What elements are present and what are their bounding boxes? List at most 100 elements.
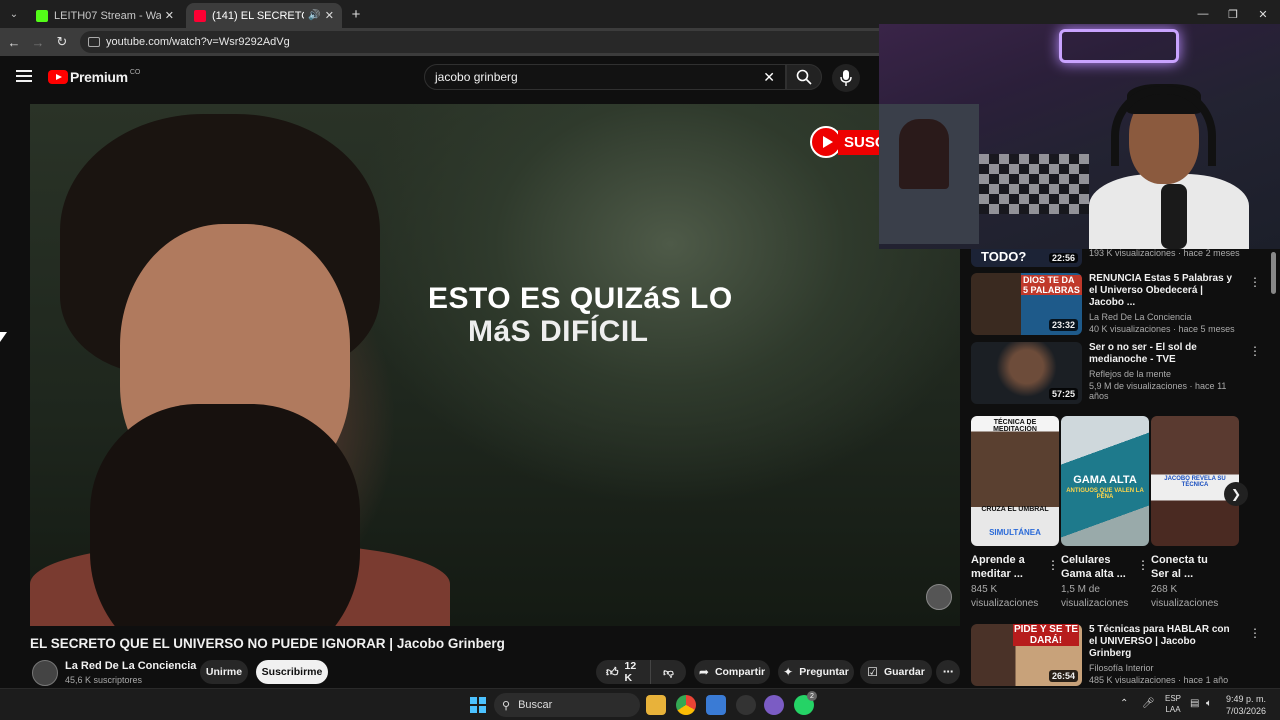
thumb-text: ANTIGUOS QUE VALEN LA PENA: [1066, 488, 1144, 500]
rec-thumbnail[interactable]: DIOS TE DA 5 PALABRAS 23:32: [971, 273, 1082, 335]
share-button[interactable]: ➦ Compartir: [694, 660, 770, 684]
volume-icon[interactable]: 🔈︎: [1206, 698, 1212, 709]
dislike-button[interactable]: 👎︎: [650, 660, 686, 684]
join-button[interactable]: Unirme: [200, 660, 248, 684]
language-indicator[interactable]: ESP LAA: [1165, 693, 1181, 715]
chevron-right-icon[interactable]: ❯: [1224, 482, 1248, 506]
close-tab-icon[interactable]: ✕: [165, 9, 174, 22]
video-caption-overlay: ESTO ES QUIZáS LO MáS DIFÍCIL: [428, 282, 828, 348]
short-thumbnail[interactable]: GAMA ALTA ANTIGUOS QUE VALEN LA PENA: [1061, 416, 1149, 546]
rec-title[interactable]: 5 Técnicas para HABLAR con el UNIVERSO |…: [1089, 624, 1237, 660]
thumb-text: TODO?: [981, 249, 1027, 264]
save-button[interactable]: ☑ Guardar: [860, 660, 932, 684]
close-tab-icon[interactable]: ✕: [325, 9, 334, 22]
rec-title[interactable]: Ser o no ser - El sol de medianoche - TV…: [1089, 342, 1237, 366]
minimize-icon[interactable]: —: [1188, 4, 1218, 24]
share-icon: ➦: [698, 665, 709, 679]
short-views: 845 K visualizaciones: [971, 584, 1039, 609]
caption-line-2: MáS DIFÍCIL: [468, 315, 649, 348]
site-info-icon[interactable]: [88, 37, 100, 47]
channel-name[interactable]: La Red De La Conciencia: [65, 660, 196, 672]
rec-channel[interactable]: Filosofía Interior: [1089, 663, 1237, 673]
more-actions-button[interactable]: ⋯: [936, 660, 960, 684]
mic-tray-icon[interactable]: 🎤︎: [1142, 698, 1155, 709]
channel-avatar[interactable]: [32, 660, 58, 686]
duration-badge: 57:25: [1048, 388, 1078, 400]
video-player[interactable]: ESTO ES QUIZáS LO MáS DIFÍCIL SUSC: [30, 104, 960, 626]
chevron-up-icon[interactable]: ⌃: [1120, 698, 1128, 709]
rec-channel[interactable]: Reflejos de la mente: [1089, 369, 1237, 379]
youtube-logo[interactable]: Premium CO: [48, 69, 140, 85]
subscribe-label: Suscribirme: [261, 666, 323, 678]
rec-channel[interactable]: La Red De La Conciencia: [1089, 312, 1237, 322]
short-views: 268 K visualizaciones: [1151, 584, 1219, 609]
subscribe-button[interactable]: Suscribirme: [256, 660, 328, 684]
search-button[interactable]: [786, 64, 822, 90]
rec-item[interactable]: PIDE Y SE TE DARÁ! 26:54 5 Técnicas para…: [971, 624, 1261, 686]
notification-badge: 2: [807, 691, 817, 701]
app-icon[interactable]: [764, 695, 784, 715]
more-options-icon[interactable]: ⋮: [1047, 558, 1059, 572]
windows-start-icon[interactable]: [470, 697, 486, 713]
share-label: Compartir: [714, 666, 766, 678]
rec-title[interactable]: RENUNCIA Estas 5 Palabras y el Universo …: [1089, 273, 1237, 309]
browser-tab-kick[interactable]: LEITH07 Stream - Watch Live on ✕: [28, 3, 182, 28]
rec-item[interactable]: 57:25 Ser o no ser - El sol de medianoch…: [971, 342, 1261, 404]
clock-time: 9:49 p. m.: [1226, 694, 1267, 704]
voice-search-button[interactable]: [832, 64, 860, 92]
subscriber-count: 45,6 K suscriptores: [65, 675, 143, 685]
figurine: [899, 119, 949, 189]
system-clock[interactable]: 9:49 p. m. 7/03/2026: [1226, 693, 1266, 717]
short-thumbnail[interactable]: JACOBO REVELA SU TÉCNICA: [1151, 416, 1239, 546]
short-item[interactable]: GAMA ALTA ANTIGUOS QUE VALEN LA PENA Cel…: [1061, 416, 1149, 611]
rec-stats: 40 K visualizaciones · hace 5 meses: [1089, 324, 1235, 334]
rec-item[interactable]: DIOS TE DA 5 PALABRAS 23:32 RENUNCIA Est…: [971, 273, 1261, 335]
store-icon[interactable]: [706, 695, 726, 715]
webcam-overlay: [879, 24, 1280, 249]
short-item[interactable]: TÉCNICA DE MEDITACIÓN CRUZA EL UMBRAL SI…: [971, 416, 1059, 611]
chrome-icon[interactable]: [676, 695, 696, 715]
more-options-icon[interactable]: ⋮: [1249, 275, 1261, 289]
reload-icon[interactable]: ↻: [52, 32, 72, 52]
short-title[interactable]: Conecta tu Ser al ...: [1151, 553, 1221, 581]
like-button[interactable]: 👍︎ 12 K: [596, 660, 650, 684]
rec-thumbnail[interactable]: TODO? 22:56: [971, 249, 1082, 267]
sidebar-scrollbar[interactable]: [1271, 252, 1276, 294]
short-title[interactable]: Aprende a meditar ...: [971, 553, 1041, 581]
speaker-icon[interactable]: 🔊: [308, 10, 320, 21]
address-bar[interactable]: youtube.com/watch?v=Wsr9292AdVg: [80, 31, 880, 53]
back-icon[interactable]: ←: [4, 32, 24, 52]
taskbar-search[interactable]: ⚲ Buscar: [494, 693, 640, 717]
browser-tab-youtube[interactable]: (141) EL SECRETO QUE EL U 🔊 ✕: [186, 3, 342, 28]
menu-icon[interactable]: [16, 70, 32, 82]
channel-row: La Red De La Conciencia 45,6 K suscripto…: [30, 658, 960, 688]
clear-search-icon[interactable]: ✕: [763, 69, 775, 86]
more-options-icon[interactable]: ⋮: [1249, 626, 1261, 640]
close-window-icon[interactable]: ✕: [1248, 4, 1278, 24]
restore-icon[interactable]: ❐: [1218, 4, 1248, 24]
rec-thumbnail[interactable]: 57:25: [971, 342, 1082, 404]
caption-line-1: ESTO ES QUIZáS LO: [428, 282, 733, 315]
ask-button[interactable]: ✦ Preguntar: [778, 660, 854, 684]
obs-icon[interactable]: [736, 695, 756, 715]
forward-icon[interactable]: →: [28, 32, 48, 52]
short-thumbnail[interactable]: TÉCNICA DE MEDITACIÓN CRUZA EL UMBRAL SI…: [971, 416, 1059, 546]
video-title: EL SECRETO QUE EL UNIVERSO NO PUEDE IGNO…: [30, 636, 505, 651]
search-input[interactable]: jacobo grinberg ✕: [424, 64, 786, 90]
network-icon[interactable]: ▤: [1190, 698, 1199, 709]
short-item[interactable]: JACOBO REVELA SU TÉCNICA Conecta tu Ser …: [1151, 416, 1239, 611]
file-explorer-icon[interactable]: [646, 695, 666, 715]
taskbar: ⚲ Buscar 2 ⌃ 🎤︎ ESP LAA ▤ 🔈︎ 9:49 p. m. …: [0, 688, 1280, 720]
thumbs-down-icon: 👎︎: [663, 666, 674, 679]
whatsapp-icon[interactable]: 2: [794, 691, 817, 715]
new-tab-button[interactable]: +: [346, 4, 366, 24]
country-code: CO: [129, 68, 141, 76]
more-options-icon[interactable]: ⋮: [1137, 558, 1149, 572]
short-title[interactable]: Celulares Gama alta ...: [1061, 553, 1131, 581]
tab-search-icon[interactable]: ⌄: [4, 4, 24, 24]
channel-watermark[interactable]: [926, 584, 952, 610]
rec-thumbnail[interactable]: PIDE Y SE TE DARÁ! 26:54: [971, 624, 1082, 686]
mic-icon: [840, 70, 852, 86]
more-options-icon[interactable]: ⋮: [1249, 344, 1261, 358]
kick-favicon-icon: [36, 9, 48, 22]
